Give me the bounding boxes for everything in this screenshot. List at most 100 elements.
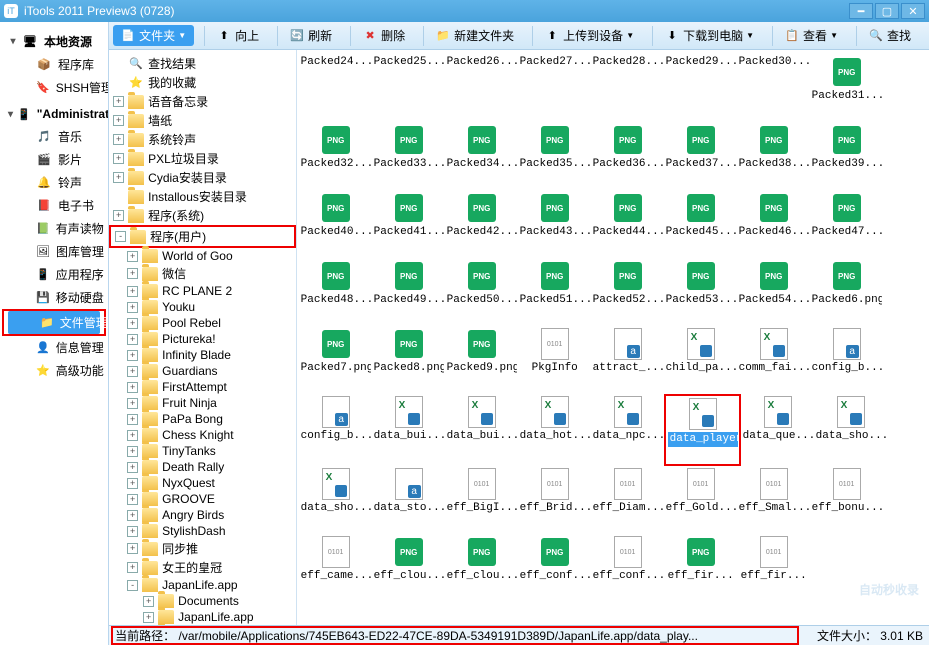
file-item[interactable]: PNGPacked6.png bbox=[810, 258, 883, 326]
sidebar-item[interactable]: 💾移动硬盘 bbox=[0, 286, 108, 309]
file-item[interactable]: PNGPacked33... bbox=[372, 122, 445, 190]
expand-icon[interactable]: + bbox=[127, 251, 138, 262]
tree-node[interactable]: +RC PLANE 2 bbox=[109, 283, 296, 299]
file-item[interactable]: PNGPacked44... bbox=[591, 190, 664, 258]
file-item[interactable]: PNGPacked9.png bbox=[445, 326, 518, 394]
expand-icon[interactable]: + bbox=[127, 268, 138, 279]
expand-icon[interactable]: + bbox=[127, 462, 138, 473]
expand-icon[interactable]: + bbox=[127, 478, 138, 489]
file-item[interactable]: PNGPacked37... bbox=[664, 122, 737, 190]
expand-icon[interactable]: + bbox=[113, 115, 124, 126]
minimize-button[interactable]: ━ bbox=[849, 3, 873, 19]
tree-node[interactable]: +Documents bbox=[109, 593, 296, 609]
expand-icon[interactable]: + bbox=[127, 526, 138, 537]
file-item[interactable]: 0101eff_Gold... bbox=[664, 466, 737, 534]
file-item[interactable]: data_bui... bbox=[445, 394, 518, 462]
tree-node[interactable]: +程序(系统) bbox=[109, 206, 296, 225]
file-item[interactable]: PNGPacked8.png bbox=[372, 326, 445, 394]
sidebar-item[interactable]: 🎬影片 bbox=[0, 148, 108, 171]
sidebar-item[interactable]: 🔖SHSH管理 bbox=[0, 76, 108, 99]
tree-node[interactable]: +FirstAttempt bbox=[109, 379, 296, 395]
sidebar-group-local[interactable]: ▾ 🖥 本地资源 bbox=[0, 30, 108, 53]
tree-node[interactable]: +Cydia安装目录 bbox=[109, 168, 296, 187]
file-item[interactable]: PNGPacked40... bbox=[299, 190, 372, 258]
tree-node[interactable]: 🔍查找结果 bbox=[109, 54, 296, 73]
file-item[interactable]: Packed25... bbox=[372, 54, 445, 74]
expand-icon[interactable]: + bbox=[127, 543, 138, 554]
file-item[interactable]: data_bui... bbox=[372, 394, 445, 462]
file-item[interactable]: PNGPacked31... bbox=[810, 54, 883, 122]
file-item[interactable]: data_npc... bbox=[591, 394, 664, 462]
file-item[interactable]: PNGPacked42... bbox=[445, 190, 518, 258]
sidebar-item[interactable]: 🎵音乐 bbox=[0, 125, 108, 148]
file-item[interactable]: attract_... bbox=[591, 326, 664, 394]
expand-icon[interactable]: + bbox=[127, 398, 138, 409]
file-item[interactable]: 0101PkgInfo bbox=[518, 326, 591, 394]
file-item[interactable]: config_b... bbox=[299, 394, 372, 462]
file-item[interactable]: 0101eff_conf... bbox=[591, 534, 664, 602]
toolbar-button[interactable]: 🔍查找 bbox=[861, 25, 919, 46]
file-item[interactable]: PNGPacked43... bbox=[518, 190, 591, 258]
file-item[interactable]: Packed28... bbox=[591, 54, 664, 74]
expand-icon[interactable]: + bbox=[127, 510, 138, 521]
sidebar-item[interactable]: 👤信息管理 bbox=[0, 336, 108, 359]
expand-icon[interactable]: + bbox=[127, 446, 138, 457]
sidebar-item[interactable]: 🔔铃声 bbox=[0, 171, 108, 194]
sidebar-item[interactable]: 📁文件管理 bbox=[8, 311, 100, 334]
toolbar-button[interactable]: 📋查看▼ bbox=[777, 25, 846, 46]
tree-node[interactable]: +Guardians bbox=[109, 363, 296, 379]
file-item[interactable]: config_b... bbox=[810, 326, 883, 394]
file-item[interactable]: PNGeff_fir... bbox=[664, 534, 737, 602]
tree-node[interactable]: +系统铃声 bbox=[109, 130, 296, 149]
file-item[interactable]: data_player.csv bbox=[666, 396, 739, 464]
expand-icon[interactable]: + bbox=[127, 382, 138, 393]
expand-icon[interactable]: + bbox=[127, 366, 138, 377]
tree-node[interactable]: +PXL垃圾目录 bbox=[109, 149, 296, 168]
file-item[interactable]: PNGPacked7.png bbox=[299, 326, 372, 394]
expand-icon[interactable]: - bbox=[127, 580, 138, 591]
file-item[interactable]: Packed27... bbox=[518, 54, 591, 74]
file-item[interactable]: PNGPacked35... bbox=[518, 122, 591, 190]
file-item[interactable]: Packed24... bbox=[299, 54, 372, 74]
file-item[interactable]: PNGPacked34... bbox=[445, 122, 518, 190]
tree-node[interactable]: -程序(用户) bbox=[111, 227, 294, 246]
tree-node[interactable]: +World of Goo bbox=[109, 248, 296, 264]
toolbar-button[interactable]: 📄文件夹▼ bbox=[113, 25, 194, 46]
file-item[interactable]: Packed29... bbox=[664, 54, 737, 74]
expand-icon[interactable]: + bbox=[113, 172, 124, 183]
expand-icon[interactable]: + bbox=[127, 562, 138, 573]
file-item[interactable]: PNGPacked45... bbox=[664, 190, 737, 258]
tree-node[interactable]: +语音备忘录 bbox=[109, 92, 296, 111]
file-item[interactable]: PNGPacked47... bbox=[810, 190, 883, 258]
sidebar-item[interactable]: 📗有声读物 bbox=[0, 217, 108, 240]
file-item[interactable]: data_sto... bbox=[372, 466, 445, 534]
sidebar-item[interactable]: 📦程序库 bbox=[0, 53, 108, 76]
tree-node[interactable]: +TinyTanks bbox=[109, 443, 296, 459]
toolbar-button[interactable]: ⬇下载到电脑▼ bbox=[657, 25, 762, 46]
tree-node[interactable]: +Youku bbox=[109, 299, 296, 315]
expand-icon[interactable]: + bbox=[127, 286, 138, 297]
file-item[interactable]: PNGPacked46... bbox=[737, 190, 810, 258]
expand-icon[interactable]: + bbox=[127, 430, 138, 441]
file-item[interactable]: data_sho... bbox=[814, 394, 887, 462]
expand-icon[interactable]: + bbox=[127, 350, 138, 361]
expand-icon[interactable]: + bbox=[143, 612, 154, 623]
expand-icon[interactable]: + bbox=[127, 334, 138, 345]
tree-node[interactable]: +Fruit Ninja bbox=[109, 395, 296, 411]
sidebar-item[interactable]: 📕电子书 bbox=[0, 194, 108, 217]
file-item[interactable]: 0101eff_Brid... bbox=[518, 466, 591, 534]
sidebar-item[interactable]: 📱应用程序 bbox=[0, 263, 108, 286]
file-item[interactable]: PNGPacked32... bbox=[299, 122, 372, 190]
file-item[interactable]: PNGPacked53... bbox=[664, 258, 737, 326]
tree-node[interactable]: +Angry Birds bbox=[109, 507, 296, 523]
file-item[interactable]: PNGPacked38... bbox=[737, 122, 810, 190]
tree-node[interactable]: +StylishDash bbox=[109, 523, 296, 539]
file-item[interactable]: 0101eff_fir... bbox=[737, 534, 810, 602]
file-item[interactable]: PNGPacked48... bbox=[299, 258, 372, 326]
tree-node[interactable]: Installous安装目录 bbox=[109, 187, 296, 206]
file-item[interactable]: Packed30... bbox=[737, 54, 810, 74]
sidebar-item[interactable]: 🖼图库管理 bbox=[0, 240, 108, 263]
file-item[interactable]: PNGPacked51... bbox=[518, 258, 591, 326]
toolbar-button[interactable]: 🔄刷新 bbox=[282, 25, 340, 46]
expand-icon[interactable]: + bbox=[127, 302, 138, 313]
